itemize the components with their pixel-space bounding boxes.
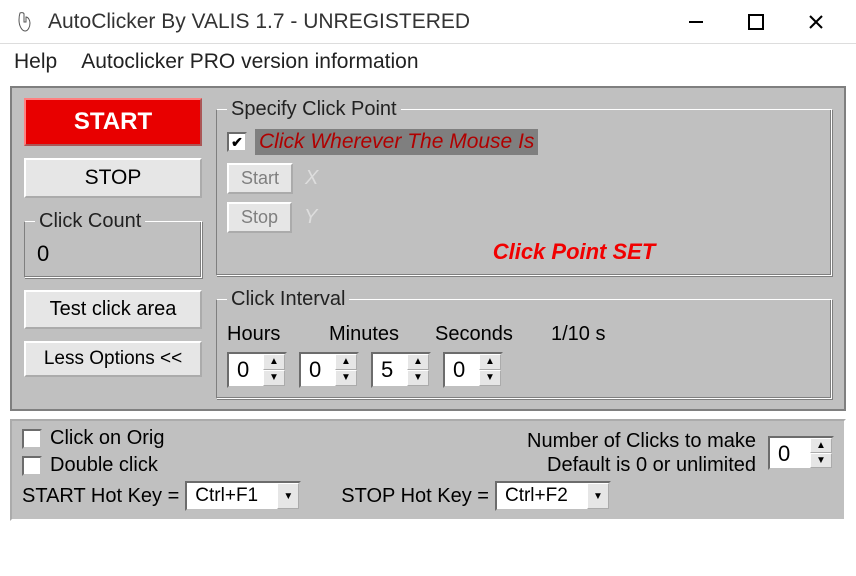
double-click-checkbox[interactable]	[22, 456, 42, 476]
stop-hotkey-dropdown[interactable]: Ctrl+F2 ▼	[495, 481, 611, 511]
mouse-pos-checkbox[interactable]: ✔	[227, 132, 247, 152]
app-icon	[10, 8, 38, 36]
close-button[interactable]	[786, 2, 846, 42]
options-panel: Click on Orig Double click START Hot Key…	[10, 419, 846, 521]
tenths-spinner[interactable]: 0 ▲▼	[443, 352, 503, 388]
down-arrow-icon[interactable]: ▼	[479, 370, 501, 386]
less-options-button[interactable]: Less Options <<	[24, 341, 202, 377]
num-clicks-spinner[interactable]: 0 ▲▼	[768, 436, 834, 470]
num-clicks-label: Number of Clicks to make Default is 0 or…	[527, 429, 756, 477]
click-interval-group: Click Interval Hours Minutes Seconds 1/1…	[216, 288, 832, 399]
seconds-spinner[interactable]: 5 ▲▼	[371, 352, 431, 388]
specify-click-point-group: Specify Click Point ✔ Click Wherever The…	[216, 98, 832, 276]
start-hotkey-label: START Hot Key =	[22, 485, 179, 508]
num-clicks-value: 0	[770, 438, 810, 468]
specify-legend: Specify Click Point	[227, 98, 401, 121]
minimize-button[interactable]	[666, 2, 726, 42]
click-count-legend: Click Count	[35, 210, 145, 233]
interval-legend: Click Interval	[227, 288, 349, 311]
y-label: Y	[304, 206, 317, 229]
stop-button[interactable]: STOP	[24, 158, 202, 198]
hours-spinner[interactable]: 0 ▲▼	[227, 352, 287, 388]
start-hotkey-value: Ctrl+F1	[187, 485, 277, 507]
up-arrow-icon[interactable]: ▲	[335, 354, 357, 370]
specify-start-button[interactable]: Start	[227, 163, 293, 194]
click-count-group: Click Count 0	[24, 210, 202, 278]
main-panel: START STOP Click Count 0 Test click area…	[10, 86, 846, 411]
specify-stop-button[interactable]: Stop	[227, 202, 292, 233]
click-point-status: Click Point SET	[227, 239, 821, 265]
mouse-pos-checkbox-label: Click Wherever The Mouse Is	[255, 129, 538, 155]
seconds-value: 5	[373, 354, 407, 386]
dropdown-arrow-icon[interactable]: ▼	[587, 483, 609, 509]
window-title: AutoClicker By VALIS 1.7 - UNREGISTERED	[48, 10, 470, 34]
hours-value: 0	[229, 354, 263, 386]
down-arrow-icon[interactable]: ▼	[263, 370, 285, 386]
up-arrow-icon[interactable]: ▲	[479, 354, 501, 370]
x-label: X	[305, 167, 318, 190]
menu-help[interactable]: Help	[14, 50, 57, 74]
click-count-value: 0	[35, 241, 191, 267]
titlebar: AutoClicker By VALIS 1.7 - UNREGISTERED	[0, 0, 856, 44]
up-arrow-icon[interactable]: ▲	[810, 438, 832, 453]
start-hotkey-dropdown[interactable]: Ctrl+F1 ▼	[185, 481, 301, 511]
tenths-value: 0	[445, 354, 479, 386]
double-click-label: Double click	[50, 454, 158, 477]
down-arrow-icon[interactable]: ▼	[335, 370, 357, 386]
test-click-area-button[interactable]: Test click area	[24, 290, 202, 329]
click-on-orig-checkbox[interactable]	[22, 429, 42, 449]
seconds-label: Seconds	[435, 323, 545, 346]
down-arrow-icon[interactable]: ▼	[407, 370, 429, 386]
up-arrow-icon[interactable]: ▲	[407, 354, 429, 370]
up-arrow-icon[interactable]: ▲	[263, 354, 285, 370]
click-on-orig-label: Click on Orig	[50, 427, 164, 450]
maximize-button[interactable]	[726, 2, 786, 42]
stop-hotkey-label: STOP Hot Key =	[341, 485, 489, 508]
start-button[interactable]: START	[24, 98, 202, 146]
minutes-label: Minutes	[329, 323, 429, 346]
dropdown-arrow-icon[interactable]: ▼	[277, 483, 299, 509]
minutes-spinner[interactable]: 0 ▲▼	[299, 352, 359, 388]
stop-hotkey-value: Ctrl+F2	[497, 485, 587, 507]
menu-pro-info[interactable]: Autoclicker PRO version information	[81, 50, 418, 74]
minutes-value: 0	[301, 354, 335, 386]
down-arrow-icon[interactable]: ▼	[810, 453, 832, 468]
hours-label: Hours	[227, 323, 323, 346]
menubar: Help Autoclicker PRO version information	[0, 44, 856, 86]
tenths-label: 1/10 s	[551, 323, 605, 346]
